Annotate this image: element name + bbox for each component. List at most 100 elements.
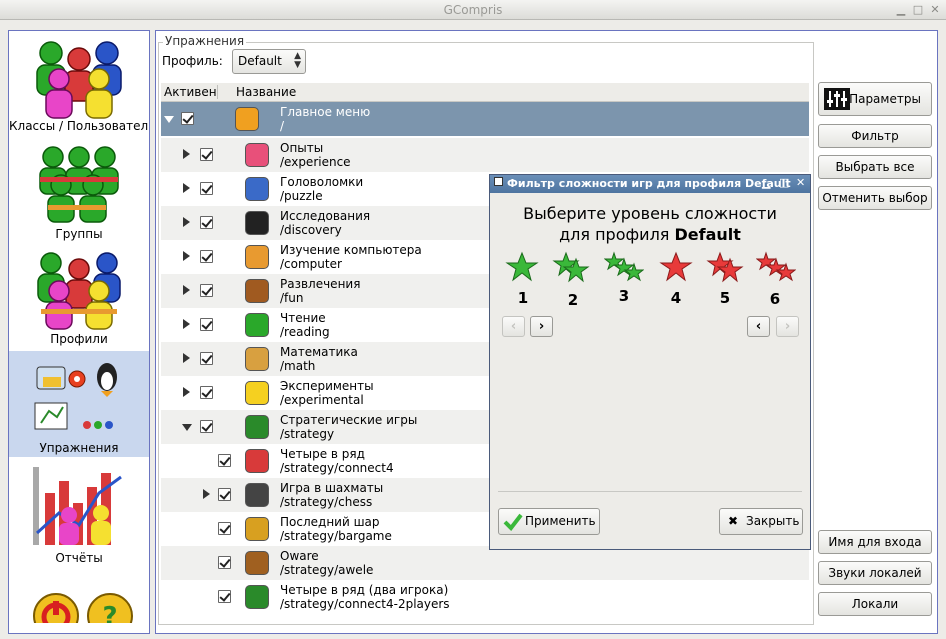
active-checkbox[interactable] bbox=[218, 522, 231, 535]
reports-icon bbox=[33, 467, 122, 545]
expander-closed-icon[interactable] bbox=[183, 387, 190, 397]
active-checkbox[interactable] bbox=[200, 148, 213, 161]
level-1-star-icon[interactable] bbox=[504, 251, 544, 283]
select-all-button[interactable]: Выбрать все bbox=[818, 155, 932, 179]
sidebar-item-label: Профили bbox=[50, 332, 108, 346]
profile-label: Профиль: bbox=[162, 54, 223, 68]
locale-sounds-button[interactable]: Звуки локалей bbox=[818, 561, 932, 585]
active-checkbox[interactable] bbox=[218, 454, 231, 467]
locale-button[interactable]: Локали bbox=[818, 592, 932, 616]
tree-row-text: Главное меню / bbox=[280, 105, 370, 133]
active-checkbox[interactable] bbox=[200, 182, 213, 195]
tree-row[interactable]: Опыты/experience bbox=[161, 138, 809, 172]
dialog-maximize-icon[interactable]: □ bbox=[779, 176, 789, 189]
active-checkbox[interactable] bbox=[200, 386, 213, 399]
tree-row[interactable]: Главное меню / bbox=[161, 102, 809, 136]
activity-path: /discovery bbox=[280, 223, 342, 237]
expander-closed-icon[interactable] bbox=[183, 251, 190, 261]
sidebar-item-activities[interactable]: Упражнения bbox=[9, 351, 149, 457]
expander-closed-icon[interactable] bbox=[183, 217, 190, 227]
activity-name: Oware bbox=[280, 549, 319, 563]
filter-button[interactable]: Фильтр bbox=[818, 124, 932, 148]
computer-icon bbox=[245, 245, 269, 269]
left-prev-button[interactable]: ‹ bbox=[502, 316, 525, 337]
heading-profile-name: Default bbox=[674, 225, 741, 244]
activity-name: Чтение bbox=[280, 311, 326, 325]
login-name-button[interactable]: Имя для входа bbox=[818, 530, 932, 554]
level-2-star-icon[interactable] bbox=[552, 251, 592, 283]
expander-open-icon[interactable] bbox=[164, 116, 174, 123]
deselect-button[interactable]: Отменить выбор bbox=[818, 186, 932, 210]
activity-path: /fun bbox=[280, 291, 304, 305]
dialog-close-icon[interactable]: ✕ bbox=[796, 176, 805, 189]
right-next-button[interactable]: › bbox=[776, 316, 799, 337]
expander-closed-icon[interactable] bbox=[203, 489, 210, 499]
tree-row-text: Чтение/reading bbox=[280, 311, 330, 339]
expander-open-icon[interactable] bbox=[182, 424, 192, 431]
profile-select[interactable]: Default ▲ ▼ bbox=[232, 49, 306, 74]
expander-closed-icon[interactable] bbox=[183, 183, 190, 193]
active-checkbox[interactable] bbox=[200, 284, 213, 297]
minimize-icon[interactable]: ▁ bbox=[894, 3, 908, 17]
tree-row[interactable]: Oware/strategy/awele bbox=[161, 546, 809, 580]
sidebar-item-profiles[interactable]: Профили bbox=[9, 245, 149, 351]
activity-path: /strategy/connect4-2players bbox=[280, 597, 450, 611]
level-2-label: 2 bbox=[567, 291, 579, 309]
checkmark-icon bbox=[503, 513, 523, 531]
tree-row-text: Развлечения/fun bbox=[280, 277, 360, 305]
activities-icon bbox=[34, 363, 117, 430]
tree-row-text: Математика/math bbox=[280, 345, 358, 373]
active-checkbox[interactable] bbox=[218, 556, 231, 569]
window-menu-icon[interactable] bbox=[494, 177, 503, 186]
maximize-icon[interactable]: □ bbox=[911, 3, 925, 17]
active-checkbox[interactable] bbox=[181, 112, 194, 125]
column-header-active[interactable]: Активен bbox=[164, 85, 217, 99]
tree-row[interactable]: Четыре в ряд (два игрока)/strategy/conne… bbox=[161, 580, 809, 614]
active-checkbox[interactable] bbox=[218, 488, 231, 501]
awele-icon bbox=[245, 551, 269, 575]
activity-path: /computer bbox=[280, 257, 342, 271]
sidebar-item-groups[interactable]: Группы bbox=[9, 141, 149, 245]
level-6-star-icon[interactable] bbox=[756, 251, 796, 283]
active-checkbox[interactable] bbox=[200, 250, 213, 263]
close-button[interactable]: ✖ Закрыть bbox=[719, 508, 803, 535]
dialog-minimize-icon[interactable]: ▁ bbox=[762, 176, 770, 189]
tree-row-text: Четыре в ряд (два игрока)/strategy/conne… bbox=[280, 583, 450, 611]
level-5-star-icon[interactable] bbox=[706, 251, 746, 283]
level-4-star-icon[interactable] bbox=[658, 251, 698, 283]
level-1-label: 1 bbox=[517, 289, 529, 307]
level-3-label: 3 bbox=[618, 287, 630, 305]
activity-name: Головоломки bbox=[280, 175, 364, 189]
left-next-button[interactable]: › bbox=[530, 316, 553, 337]
sidebar-item-label: Отчёты bbox=[55, 551, 103, 565]
difficulty-filter-dialog: Фильтр сложности игр для профиля Default… bbox=[489, 174, 811, 550]
active-checkbox[interactable] bbox=[218, 590, 231, 603]
active-checkbox[interactable] bbox=[200, 352, 213, 365]
right-prev-button[interactable]: ‹ bbox=[747, 316, 770, 337]
profile-select-value: Default bbox=[238, 54, 282, 68]
sidebar-item-users[interactable]: Классы / Пользователи bbox=[9, 31, 149, 141]
groups-icon bbox=[39, 146, 119, 223]
active-checkbox[interactable] bbox=[200, 318, 213, 331]
params-button[interactable]: Параметры bbox=[818, 82, 932, 116]
expander-closed-icon[interactable] bbox=[183, 353, 190, 363]
expander-closed-icon[interactable] bbox=[183, 319, 190, 329]
column-header-name[interactable]: Название bbox=[236, 85, 296, 99]
dialog-heading-line2: для профиля Default bbox=[490, 224, 810, 245]
activity-name: Стратегические игры bbox=[280, 413, 418, 427]
level-3-star-icon[interactable] bbox=[604, 251, 644, 283]
help-icon[interactable]: ? bbox=[87, 593, 133, 623]
heading-prefix: для профиля bbox=[559, 225, 675, 244]
plane-icon bbox=[235, 107, 259, 131]
apply-button[interactable]: Применить bbox=[498, 508, 600, 535]
expander-closed-icon[interactable] bbox=[183, 149, 190, 159]
expander-closed-icon[interactable] bbox=[183, 285, 190, 295]
sidebar-item-reports[interactable]: Отчёты bbox=[9, 457, 149, 567]
users-group-icon bbox=[36, 41, 122, 119]
quit-icon[interactable] bbox=[33, 593, 79, 623]
active-checkbox[interactable] bbox=[200, 216, 213, 229]
profiles-icon bbox=[37, 252, 121, 330]
tree-row-text: Игра в шахматы/strategy/chess bbox=[280, 481, 383, 509]
active-checkbox[interactable] bbox=[200, 420, 213, 433]
close-icon[interactable]: ✕ bbox=[928, 3, 942, 17]
